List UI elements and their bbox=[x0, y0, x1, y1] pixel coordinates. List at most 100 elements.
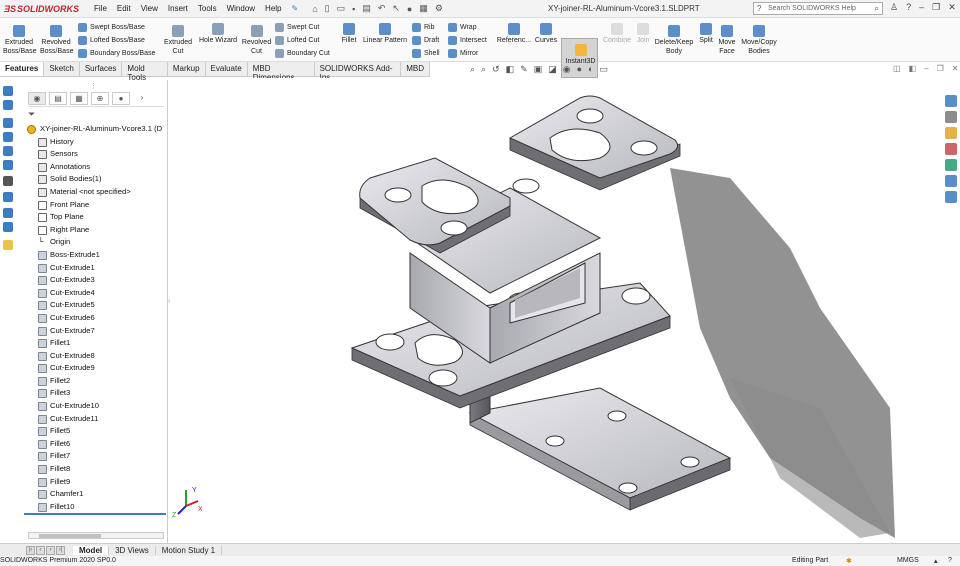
tree-node[interactable]: ▸Cut-Extrude1 bbox=[24, 262, 168, 275]
tree-node[interactable]: Fillet1 bbox=[24, 337, 168, 350]
join-button[interactable]: Join bbox=[633, 23, 653, 45]
revolved-boss-button[interactable]: Revolved Boss/Base bbox=[40, 25, 73, 56]
tree-node[interactable]: ▸Annotations bbox=[24, 161, 168, 174]
minimize-icon[interactable]: – bbox=[919, 2, 924, 13]
intersect-button[interactable]: Intersect bbox=[448, 34, 487, 47]
sketch-tool-icon[interactable] bbox=[3, 86, 13, 96]
tab-mbd[interactable]: MBD bbox=[401, 62, 430, 76]
spline-tool-icon[interactable] bbox=[3, 208, 13, 218]
tree-node[interactable]: ▸Boss-Extrude1 bbox=[24, 249, 168, 262]
tree-node[interactable]: Fillet3 bbox=[24, 387, 168, 400]
linear-pattern-button[interactable]: Linear Pattern bbox=[361, 23, 409, 45]
move-copy-bodies-button[interactable]: Move/Copy Bodies bbox=[739, 25, 779, 56]
combine-button[interactable]: Combine bbox=[601, 23, 633, 45]
file-properties-icon[interactable]: ▦ bbox=[419, 3, 428, 14]
curve-tool-icon[interactable] bbox=[3, 222, 13, 232]
tree-node[interactable]: Fillet8 bbox=[24, 463, 168, 476]
tree-node[interactable]: Top Plane bbox=[24, 211, 168, 224]
display-style-icon[interactable]: ◪ bbox=[548, 64, 557, 75]
print-icon[interactable]: ▤ bbox=[362, 3, 371, 14]
unit-system[interactable]: MMGS bbox=[897, 557, 919, 564]
pin-icon[interactable]: ✎ bbox=[292, 4, 299, 13]
tab-3d-views[interactable]: 3D Views bbox=[109, 545, 156, 555]
relations-tool-icon[interactable] bbox=[3, 192, 13, 202]
view-orientation-icon[interactable]: ▣ bbox=[534, 64, 543, 75]
tree-node[interactable]: Fillet2 bbox=[24, 375, 168, 388]
boundary-boss-button[interactable]: Boundary Boss/Base bbox=[78, 47, 155, 60]
open-icon[interactable]: ▭ bbox=[337, 3, 346, 14]
tab-sketch[interactable]: Sketch bbox=[44, 62, 80, 76]
tree-node[interactable]: Material <not specified> bbox=[24, 186, 168, 199]
draft-button[interactable]: Draft bbox=[412, 34, 439, 47]
curves-button[interactable]: Curves bbox=[534, 23, 558, 45]
tree-node[interactable]: ▸Cut-Extrude9 bbox=[24, 362, 168, 375]
displaymanager-tab-icon[interactable]: ● bbox=[112, 92, 130, 105]
hole-wizard-button[interactable]: Hole Wizard bbox=[197, 23, 239, 45]
tree-node[interactable]: Fillet6 bbox=[24, 438, 168, 451]
tab-surfaces[interactable]: Surfaces bbox=[80, 62, 123, 76]
featuremanager-tab-icon[interactable]: ◉ bbox=[28, 92, 46, 105]
previous-view-icon[interactable]: ↺ bbox=[492, 64, 500, 75]
menu-help[interactable]: Help bbox=[265, 4, 281, 13]
search-help-input[interactable]: ? Search SOLIDWORKS Help ⌕ bbox=[753, 2, 883, 15]
tree-node[interactable]: Fillet9 bbox=[24, 476, 168, 489]
first-tab-icon[interactable]: |‹ bbox=[26, 545, 35, 555]
tab-motion-study-1[interactable]: Motion Study 1 bbox=[156, 545, 223, 555]
hide-show-icon[interactable]: ◉ bbox=[563, 64, 571, 75]
tab-mbd-dimensions[interactable]: MBD Dimensions bbox=[248, 62, 315, 82]
tree-node[interactable]: Sensors bbox=[24, 148, 168, 161]
instant3d-tool-icon[interactable] bbox=[3, 240, 13, 250]
prev-tab-icon[interactable]: ‹ bbox=[36, 545, 45, 555]
revolve-tool-icon[interactable] bbox=[3, 146, 13, 156]
tree-node[interactable]: └ Origin bbox=[24, 236, 168, 249]
graphics-area[interactable] bbox=[170, 78, 940, 543]
filter-icon[interactable]: ⏷ bbox=[28, 109, 35, 120]
tree-horizontal-scrollbar[interactable] bbox=[28, 532, 164, 539]
view-settings-icon[interactable]: ▭ bbox=[599, 64, 608, 75]
swept-boss-button[interactable]: Swept Boss/Base bbox=[78, 21, 145, 34]
file-explorer-icon[interactable] bbox=[945, 127, 957, 139]
extrude-tool-icon[interactable] bbox=[3, 132, 13, 142]
dynamic-annotation-icon[interactable]: ✎ bbox=[520, 64, 528, 75]
delete-keep-body-button[interactable]: Delete/Keep Body bbox=[653, 25, 695, 56]
design-library-icon[interactable] bbox=[945, 111, 957, 123]
smart-dimension-icon[interactable] bbox=[3, 100, 13, 110]
menu-tools[interactable]: Tools bbox=[198, 4, 217, 13]
wrap-button[interactable]: Wrap bbox=[448, 21, 477, 34]
solidworks-logo[interactable]: ƎS SOLIDWORKS bbox=[0, 0, 84, 18]
custom-properties-icon[interactable] bbox=[945, 175, 957, 187]
revolved-cut-button[interactable]: Revolved Cut bbox=[240, 25, 273, 56]
viewport-restore-icon[interactable]: ❐ bbox=[937, 64, 944, 73]
chevron-right-icon[interactable]: › bbox=[133, 92, 151, 105]
rib-button[interactable]: Rib bbox=[412, 21, 435, 34]
move-face-button[interactable]: Move Face bbox=[716, 25, 738, 56]
appearances-icon[interactable] bbox=[945, 159, 957, 171]
tree-node[interactable]: Fillet7 bbox=[24, 450, 168, 463]
help-icon[interactable]: ? bbox=[906, 2, 911, 13]
tree-node[interactable]: ▸Cut-Extrude11 bbox=[24, 413, 168, 426]
menu-file[interactable]: File bbox=[94, 4, 107, 13]
extruded-boss-button[interactable]: Extruded Boss/Base bbox=[3, 25, 36, 56]
zoom-area-icon[interactable]: ⌕ bbox=[481, 64, 486, 75]
section-view-icon[interactable]: ◧ bbox=[506, 64, 515, 75]
menu-window[interactable]: Window bbox=[227, 4, 255, 13]
tab-evaluate[interactable]: Evaluate bbox=[206, 62, 248, 76]
mirror-button[interactable]: Mirror bbox=[448, 47, 478, 60]
tree-node[interactable]: Right Plane bbox=[24, 224, 168, 237]
grip-icon[interactable]: ⋮ bbox=[90, 82, 97, 90]
home-icon[interactable]: ⌂ bbox=[312, 4, 317, 14]
tab-markup[interactable]: Markup bbox=[168, 62, 206, 76]
tab-mold-tools[interactable]: Mold Tools bbox=[122, 62, 168, 82]
rebuild-icon[interactable]: ● bbox=[407, 4, 412, 14]
lofted-boss-button[interactable]: Lofted Boss/Base bbox=[78, 34, 145, 47]
tree-node[interactable]: ▸Cut-Extrude5 bbox=[24, 299, 168, 312]
close-icon[interactable]: ✕ bbox=[948, 2, 956, 13]
tree-node[interactable]: ▸Solid Bodies(1) bbox=[24, 173, 168, 186]
feature-tool-icon[interactable] bbox=[3, 118, 13, 128]
section-tool-icon[interactable] bbox=[3, 176, 13, 186]
boundary-cut-button[interactable]: Boundary Cut bbox=[275, 47, 330, 60]
next-tab-icon[interactable]: › bbox=[46, 545, 55, 555]
tab-model[interactable]: Model bbox=[73, 545, 110, 555]
tree-node[interactable]: Chamfer1 bbox=[24, 488, 168, 501]
viewport-minimize-icon[interactable]: – bbox=[924, 64, 928, 73]
